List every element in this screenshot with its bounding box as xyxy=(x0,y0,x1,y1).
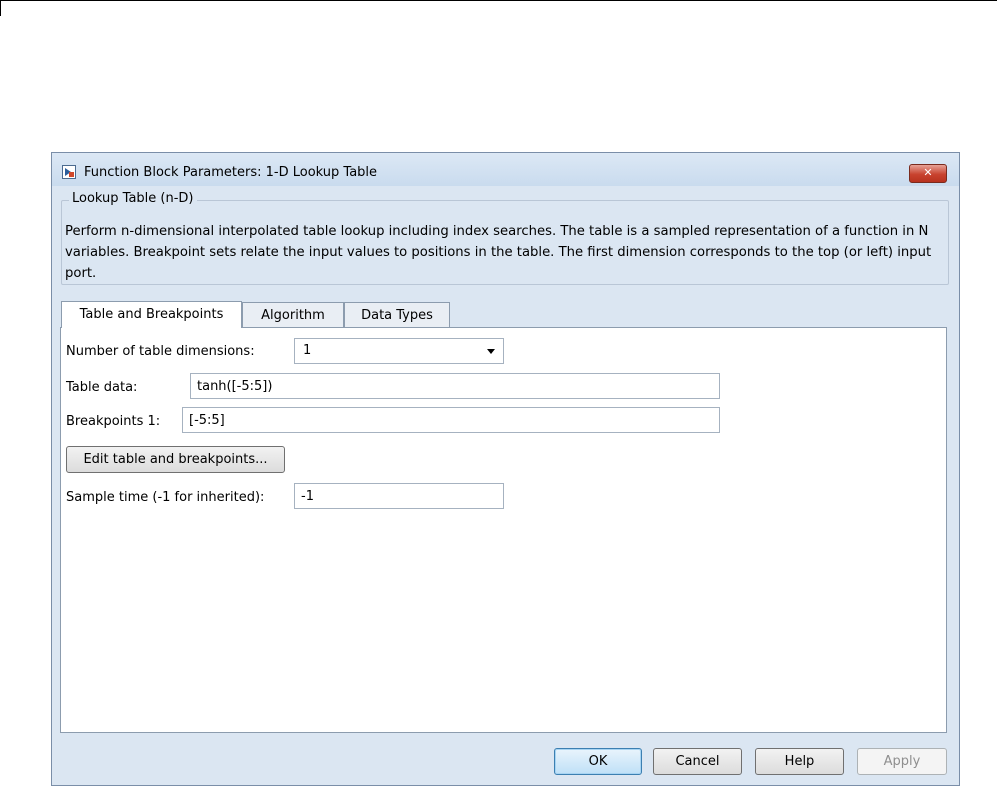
breakpoints-label: Breakpoints 1: xyxy=(66,414,161,429)
tab-table-and-breakpoints[interactable]: Table and Breakpoints xyxy=(61,301,242,328)
sample-time-input[interactable] xyxy=(294,483,504,509)
tab-label: Data Types xyxy=(361,308,433,323)
title-bar[interactable]: Function Block Parameters: 1-D Lookup Ta… xyxy=(52,153,959,186)
ok-button-label: OK xyxy=(588,754,608,769)
close-button[interactable]: ✕ xyxy=(909,164,947,183)
ok-button[interactable]: OK xyxy=(554,748,642,775)
dimensions-value: 1 xyxy=(303,343,312,358)
tab-label: Algorithm xyxy=(261,308,325,323)
table-data-label: Table data: xyxy=(66,380,138,395)
tab-label: Table and Breakpoints xyxy=(79,307,224,322)
apply-button-label: Apply xyxy=(883,754,921,769)
edit-table-button-label: Edit table and breakpoints... xyxy=(83,452,268,467)
dimensions-label: Number of table dimensions: xyxy=(66,344,255,359)
page-top-rule xyxy=(0,0,997,1)
help-button[interactable]: Help xyxy=(755,748,844,775)
chevron-down-icon xyxy=(487,349,495,354)
close-x-icon: ✕ xyxy=(923,166,933,179)
sample-time-label: Sample time (-1 for inherited): xyxy=(66,490,265,505)
block-parameters-dialog: Function Block Parameters: 1-D Lookup Ta… xyxy=(51,152,960,786)
tab-panel-table-and-breakpoints: Number of table dimensions: 1 Table data… xyxy=(60,327,947,733)
block-type-label: Lookup Table (n-D) xyxy=(69,191,197,206)
simulink-block-icon xyxy=(62,165,76,179)
table-data-input[interactable] xyxy=(190,373,720,399)
page-left-rule xyxy=(0,0,1,16)
dimensions-select[interactable]: 1 xyxy=(294,338,504,364)
cancel-button-label: Cancel xyxy=(675,754,720,769)
tab-algorithm[interactable]: Algorithm xyxy=(242,302,344,328)
breakpoints-input[interactable] xyxy=(182,407,720,433)
apply-button[interactable]: Apply xyxy=(857,748,947,775)
window-title: Function Block Parameters: 1-D Lookup Ta… xyxy=(84,165,378,180)
tab-data-types[interactable]: Data Types xyxy=(344,302,450,328)
cancel-button[interactable]: Cancel xyxy=(653,748,742,775)
help-button-label: Help xyxy=(784,754,815,769)
edit-table-button[interactable]: Edit table and breakpoints... xyxy=(66,446,285,473)
block-description-text: Perform n-dimensional interpolated table… xyxy=(65,224,932,281)
